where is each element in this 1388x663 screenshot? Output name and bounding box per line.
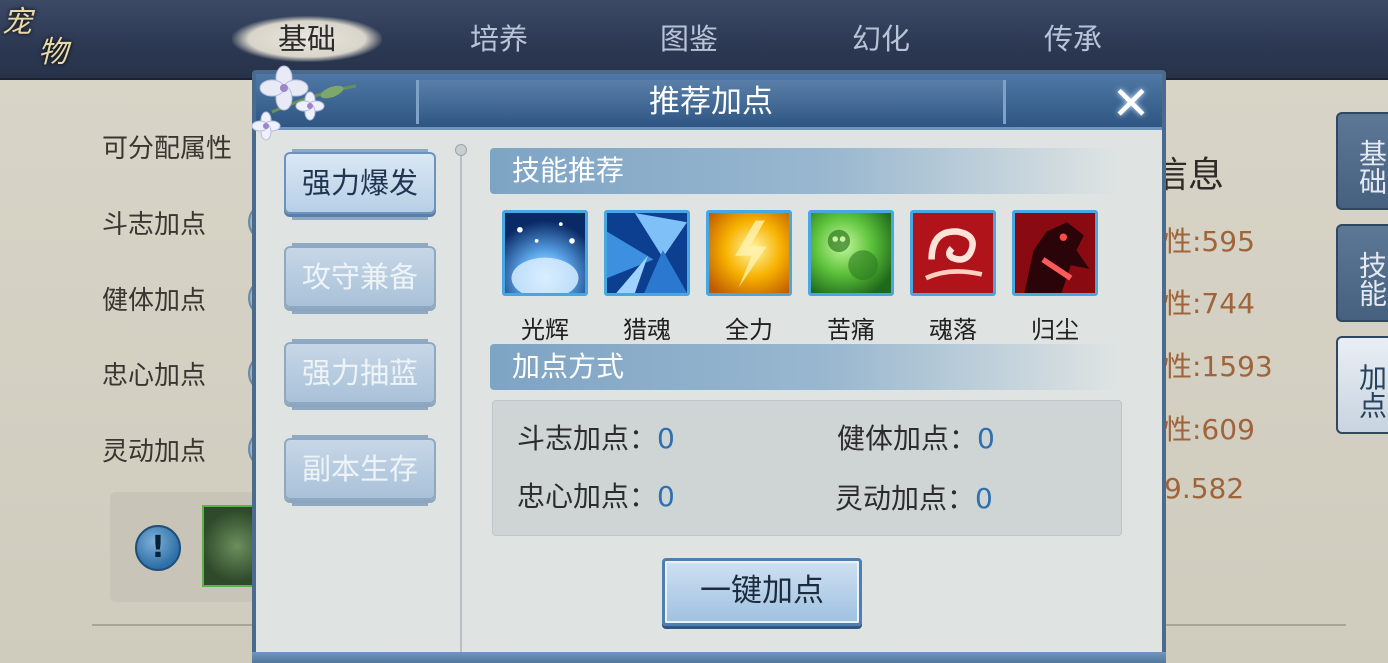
close-icon[interactable]: ✕ [1108, 80, 1154, 126]
allocation-strength-value: 0 [657, 422, 675, 455]
attr-points-title: 可分配属性 [102, 134, 233, 164]
button-notch [292, 149, 428, 152]
dialog-bottom-edge [252, 652, 1166, 663]
skill-name-soul-fall: 魂落 [929, 316, 977, 344]
button-notch [292, 407, 428, 410]
allocation-box: 斗志加点：0 健体加点：0 忠心加点：0 灵动加点：0 [492, 400, 1122, 536]
button-notch [292, 311, 428, 314]
button-notch [292, 503, 428, 506]
skill-name-radiance: 光辉 [521, 316, 569, 344]
button-notch [292, 435, 428, 438]
recommend-points-dialog: 推荐加点 ✕ 强力爆发 攻守兼备 强力抽蓝 副本生存 技能推荐 光辉 猎魂 全力… [252, 65, 1166, 663]
stat-1: 性:595 [1164, 225, 1255, 258]
skill-soul-hunt[interactable]: 猎魂 [604, 210, 690, 345]
skill-full-power[interactable]: 全力 [706, 210, 792, 345]
skill-name-full-power: 全力 [725, 316, 773, 344]
dialog-header: 推荐加点 ✕ [256, 74, 1162, 130]
allocation-strength: 斗志加点：0 [517, 417, 675, 457]
button-notch [292, 339, 428, 342]
skill-radiance[interactable]: 光辉 [502, 210, 588, 345]
logo-char-2: 物 [38, 35, 68, 70]
dialog-title: 推荐加点 [416, 80, 1006, 124]
radiance-icon[interactable] [502, 210, 588, 299]
allocation-agility-label: 灵动加点： [835, 482, 976, 515]
side-tab-basic[interactable]: 基础 [1336, 112, 1388, 210]
bg-label-constitution: 健体加点 [102, 286, 207, 316]
skill-name-soul-hunt: 猎魂 [623, 316, 671, 344]
allocation-constitution-value: 0 [977, 422, 995, 455]
tab-basic[interactable]: 基础 [232, 16, 382, 62]
soul-fall-icon[interactable] [910, 210, 996, 296]
stat-5: 9.582 [1164, 472, 1245, 505]
top-tab-bar: 宠 物 基础 培养 图鉴 幻化 传承 [0, 0, 1388, 80]
bg-label-strength: 斗志加点 [102, 210, 207, 240]
allocation-strength-label: 斗志加点： [517, 422, 658, 455]
category-dungeon-survival-label: 副本生存 [301, 452, 418, 486]
bg-label-agility: 灵动加点 [102, 437, 207, 467]
button-notch [292, 217, 428, 220]
tab-cultivate[interactable]: 培养 [424, 16, 574, 62]
category-mana-drain-label: 强力抽蓝 [301, 356, 418, 390]
agony-icon[interactable] [808, 210, 894, 296]
skill-return-dust[interactable]: 归尘 [1012, 210, 1098, 345]
allocation-loyalty-label: 忠心加点： [517, 480, 658, 513]
skill-agony[interactable]: 苦痛 [808, 210, 894, 345]
info-icon[interactable]: ! [135, 525, 181, 571]
button-notch [292, 243, 428, 246]
category-dungeon-survival-button[interactable]: 副本生存 [284, 435, 436, 506]
skills-section-header: 技能推荐 [490, 148, 1120, 194]
logo-char-1: 宠 [2, 5, 32, 40]
allocation-agility: 灵动加点：0 [835, 477, 993, 517]
allocation-constitution-label: 健体加点： [837, 422, 978, 455]
tab-inherit[interactable]: 传承 [998, 16, 1148, 62]
skill-soul-fall[interactable]: 魂落 [910, 210, 996, 345]
allocation-constitution: 健体加点：0 [837, 417, 995, 457]
allocation-agility-value: 0 [975, 482, 993, 515]
pet-logo: 宠 物 [0, 0, 80, 78]
bg-label-loyalty: 忠心加点 [102, 361, 207, 391]
category-burst-label: 强力爆发 [301, 166, 418, 200]
category-burst-button[interactable]: 强力爆发 [284, 149, 436, 220]
side-tab-points[interactable]: 加点 [1336, 336, 1388, 434]
return-dust-icon[interactable] [1012, 210, 1098, 296]
full-power-icon[interactable] [706, 210, 792, 296]
tab-handbook[interactable]: 图鉴 [614, 16, 764, 62]
divider-knob-top [455, 144, 467, 156]
allocation-section-header: 加点方式 [490, 344, 1120, 390]
category-balanced-button[interactable]: 攻守兼备 [284, 243, 436, 314]
allocation-loyalty-value: 0 [657, 480, 675, 513]
stat-4: 性:609 [1164, 413, 1255, 446]
skill-name-return-dust: 归尘 [1031, 316, 1079, 344]
flower-decoration-icon [252, 65, 357, 141]
stat-2: 性:744 [1164, 287, 1255, 320]
tab-transform[interactable]: 幻化 [806, 16, 956, 62]
soul-hunt-icon[interactable] [604, 210, 690, 296]
dialog-divider [460, 150, 462, 660]
category-balanced-label: 攻守兼备 [301, 260, 418, 294]
stat-3: 性:1593 [1164, 350, 1273, 383]
side-tab-skills[interactable]: 技能 [1336, 224, 1388, 322]
one-click-allocate-button[interactable]: 一键加点 [662, 558, 862, 626]
skill-name-agony: 苦痛 [827, 316, 875, 344]
category-mana-drain-button[interactable]: 强力抽蓝 [284, 339, 436, 410]
allocation-loyalty: 忠心加点：0 [517, 475, 675, 515]
